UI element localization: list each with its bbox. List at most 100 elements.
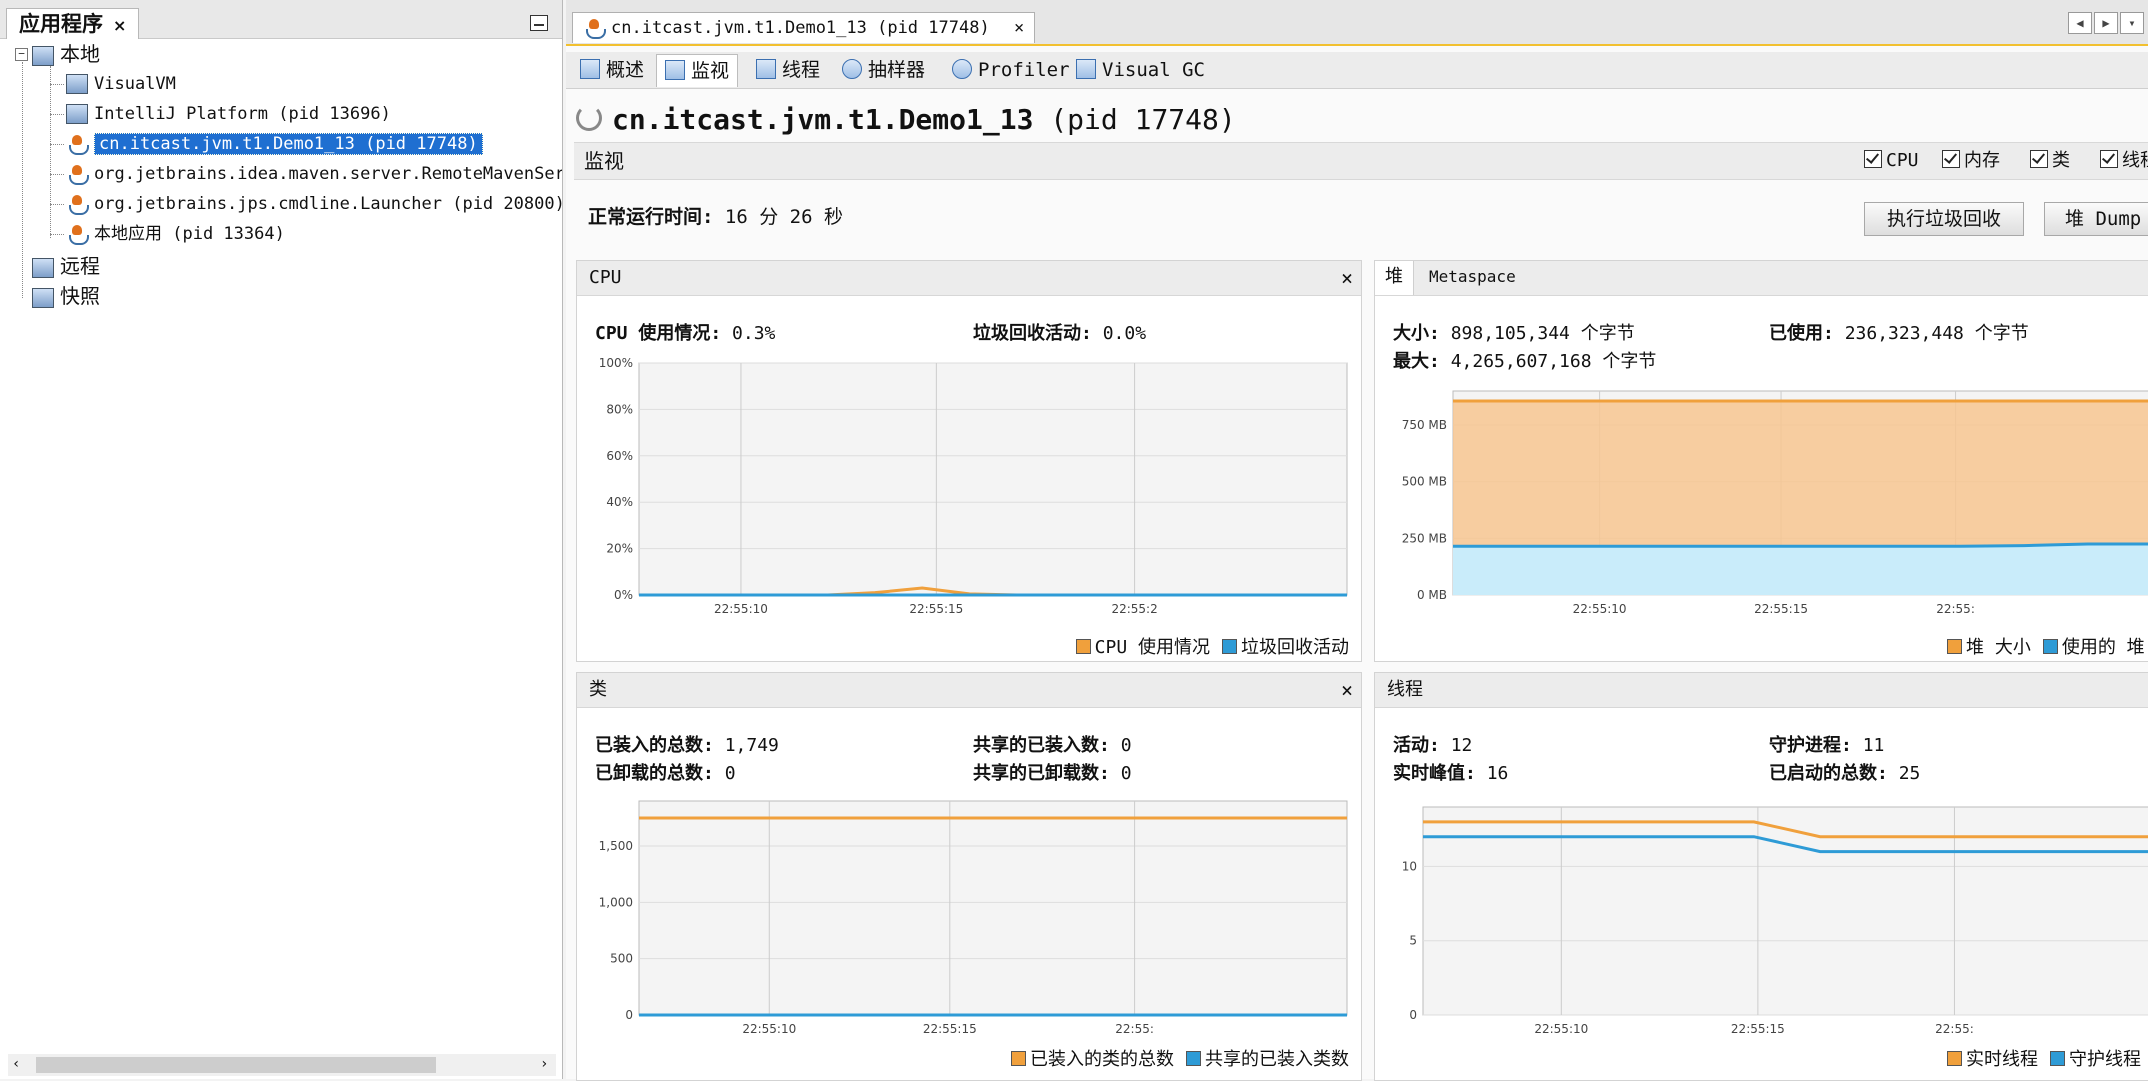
tree-item[interactable]: 本地 xyxy=(32,40,100,68)
tab-heap[interactable]: 堆 xyxy=(1375,261,1414,295)
tree-item[interactable]: 本地应用 (pid 13364) xyxy=(66,220,285,248)
stat-value: 898,105,344 个字节 xyxy=(1450,323,1635,344)
checkbox-cpu[interactable]: CPU xyxy=(1864,150,1919,172)
collapse-icon[interactable]: − xyxy=(15,48,28,61)
scrollbar-thumb[interactable] xyxy=(36,1057,436,1073)
shared-unloaded: 共享的已卸载数: 0 xyxy=(973,759,1132,785)
y-tick-label: 0% xyxy=(614,588,633,602)
stat-label: 共享的已装入数: xyxy=(973,735,1110,756)
tree-line xyxy=(50,144,64,145)
y-tick-label: 5 xyxy=(1409,934,1417,948)
stat-label: 大小: xyxy=(1393,323,1440,344)
checkbox-classes[interactable]: 类 xyxy=(2030,150,2070,172)
applications-tab[interactable]: 应用程序 × xyxy=(6,8,140,39)
close-icon[interactable]: × xyxy=(1014,18,1024,38)
tab-sampler[interactable]: 抽样器 xyxy=(834,54,933,86)
y-tick-label: 80% xyxy=(606,402,633,416)
tree-item-label: 本地 xyxy=(60,42,100,66)
legend-label: 垃圾回收活动 xyxy=(1241,637,1349,658)
stat-label: 实时峰值: xyxy=(1393,763,1476,784)
tree-item[interactable]: org.jetbrains.jps.cmdline.Launcher (pid … xyxy=(66,190,563,218)
close-icon[interactable]: × xyxy=(113,16,126,35)
close-icon[interactable]: × xyxy=(1341,673,1353,707)
snapshot-icon xyxy=(32,287,54,308)
tab-monitor[interactable]: 监视 xyxy=(656,54,739,87)
document-tab-label: cn.itcast.jvm.t1.Demo1_13 (pid 17748) xyxy=(611,18,990,38)
tree-item[interactable]: IntelliJ Platform (pid 13696) xyxy=(66,100,391,128)
x-tick-label: 22:55:10 xyxy=(714,602,768,616)
y-tick-label: 0 xyxy=(1409,1008,1417,1022)
tree-item-label: cn.itcast.jvm.t1.Demo1_13 (pid 17748) xyxy=(94,133,483,155)
threads-chart: 0 5 10 22:55:10 22:55:15 22:55: xyxy=(1402,806,2148,1036)
y-tick-label: 20% xyxy=(606,542,633,556)
tab-nav: ◀ ▶ ▾ xyxy=(2066,12,2144,34)
legend-swatch xyxy=(1947,1051,1962,1066)
legend-swatch xyxy=(1186,1051,1201,1066)
threads-panel-header: 线程 xyxy=(1375,673,2148,708)
tab-left-icon[interactable]: ◀ xyxy=(2068,12,2092,34)
classes-panel-header: 类 × xyxy=(577,673,1361,708)
gc-activity: 垃圾回收活动: 0.0% xyxy=(973,319,1146,345)
x-tick-label: 22:55:15 xyxy=(909,602,963,616)
y-tick-label: 0 MB xyxy=(1417,588,1447,602)
tree-item[interactable]: 快照 xyxy=(32,282,100,310)
tab-profiler[interactable]: Profiler xyxy=(944,54,1078,86)
heap-dump-button[interactable]: 堆 Dump xyxy=(2044,202,2148,236)
tab-metaspace[interactable]: Metaspace xyxy=(1419,261,1526,293)
scroll-left-icon[interactable]: ‹ xyxy=(12,1056,20,1072)
threads-icon xyxy=(756,59,776,79)
tab-threads[interactable]: 线程 xyxy=(748,54,828,86)
x-tick-label: 22:55: xyxy=(1935,1022,1974,1036)
checkbox-icon xyxy=(2100,150,2118,168)
uptime: 正常运行时间: 16 分 26 秒 xyxy=(588,202,843,229)
checkbox-threads[interactable]: 线程 xyxy=(2100,150,2148,172)
classes-loaded: 已装入的总数: 1,749 xyxy=(595,731,779,757)
legend-label: 堆 大小 xyxy=(1966,637,2031,658)
tab-visual-gc[interactable]: Visual GC xyxy=(1068,54,1213,86)
x-tick-label: 22:55:15 xyxy=(1754,602,1808,616)
stat-label: 活动: xyxy=(1393,735,1440,756)
plot-area xyxy=(638,800,1348,1016)
y-tick-label: 100% xyxy=(599,356,633,370)
tree-item[interactable]: org.jetbrains.idea.maven.server.RemoteMa… xyxy=(66,160,562,188)
tab-right-icon[interactable]: ▶ xyxy=(2094,12,2118,34)
scroll-right-icon[interactable]: › xyxy=(540,1056,548,1072)
heap-panel-header: 堆 Metaspace xyxy=(1375,261,2148,296)
java-icon xyxy=(583,17,606,39)
tree-item[interactable]: 远程 xyxy=(32,252,100,280)
y-tick-label: 1,000 xyxy=(599,895,633,909)
java-icon xyxy=(66,163,89,185)
document-tab-bar: cn.itcast.jvm.t1.Demo1_13 (pid 17748) × … xyxy=(566,0,2148,46)
checkbox-icon xyxy=(2030,150,2048,168)
checkbox-icon xyxy=(1942,150,1960,168)
tree-line xyxy=(50,84,64,85)
tab-list-icon[interactable]: ▾ xyxy=(2120,12,2144,34)
checkbox-memory[interactable]: 内存 xyxy=(1942,150,2000,172)
classes-panel: 类 × 已装入的总数: 1,749 共享的已装入数: 0 已卸载的总数: 0 共享… xyxy=(576,672,1362,1081)
stat-label: 垃圾回收活动: xyxy=(973,323,1092,344)
horizontal-scrollbar[interactable]: ‹ › xyxy=(8,1054,556,1076)
stat-label: 已装入的总数: xyxy=(595,735,714,756)
shared-loaded: 共享的已装入数: 0 xyxy=(973,731,1132,757)
minimize-icon[interactable] xyxy=(530,15,548,31)
legend-swatch xyxy=(2050,1051,2065,1066)
y-tick-label: 250 MB xyxy=(1402,531,1447,545)
tree-item-label: org.jetbrains.jps.cmdline.Launcher (pid … xyxy=(94,194,563,214)
tree-item[interactable]: VisualVM xyxy=(66,70,176,98)
document-tab[interactable]: cn.itcast.jvm.t1.Demo1_13 (pid 17748) × xyxy=(572,12,1036,43)
y-tick-label: 500 xyxy=(610,952,633,966)
y-tick-label: 0 xyxy=(625,1008,633,1022)
tab-overview[interactable]: 概述 xyxy=(572,54,652,86)
heap-size: 大小: 898,105,344 个字节 xyxy=(1393,319,1635,345)
series-area xyxy=(1453,544,2148,595)
x-tick-label: 22:55:15 xyxy=(1731,1022,1785,1036)
tree-item[interactable]: cn.itcast.jvm.t1.Demo1_13 (pid 17748) xyxy=(66,130,483,158)
legend-label: 已装入的类的总数 xyxy=(1030,1049,1174,1070)
heap-max: 最大: 4,265,607,168 个字节 xyxy=(1393,347,1656,373)
perform-gc-button[interactable]: 执行垃圾回收 xyxy=(1864,202,2025,236)
threads-legend: 实时线程 守护线程 xyxy=(1935,1045,2141,1071)
cpu-legend: CPU 使用情况 垃圾回收活动 xyxy=(1064,633,1349,659)
close-icon[interactable]: × xyxy=(1341,261,1353,295)
panel-title: CPU xyxy=(589,267,622,288)
legend-label: 共享的已装入类数 xyxy=(1205,1049,1349,1070)
